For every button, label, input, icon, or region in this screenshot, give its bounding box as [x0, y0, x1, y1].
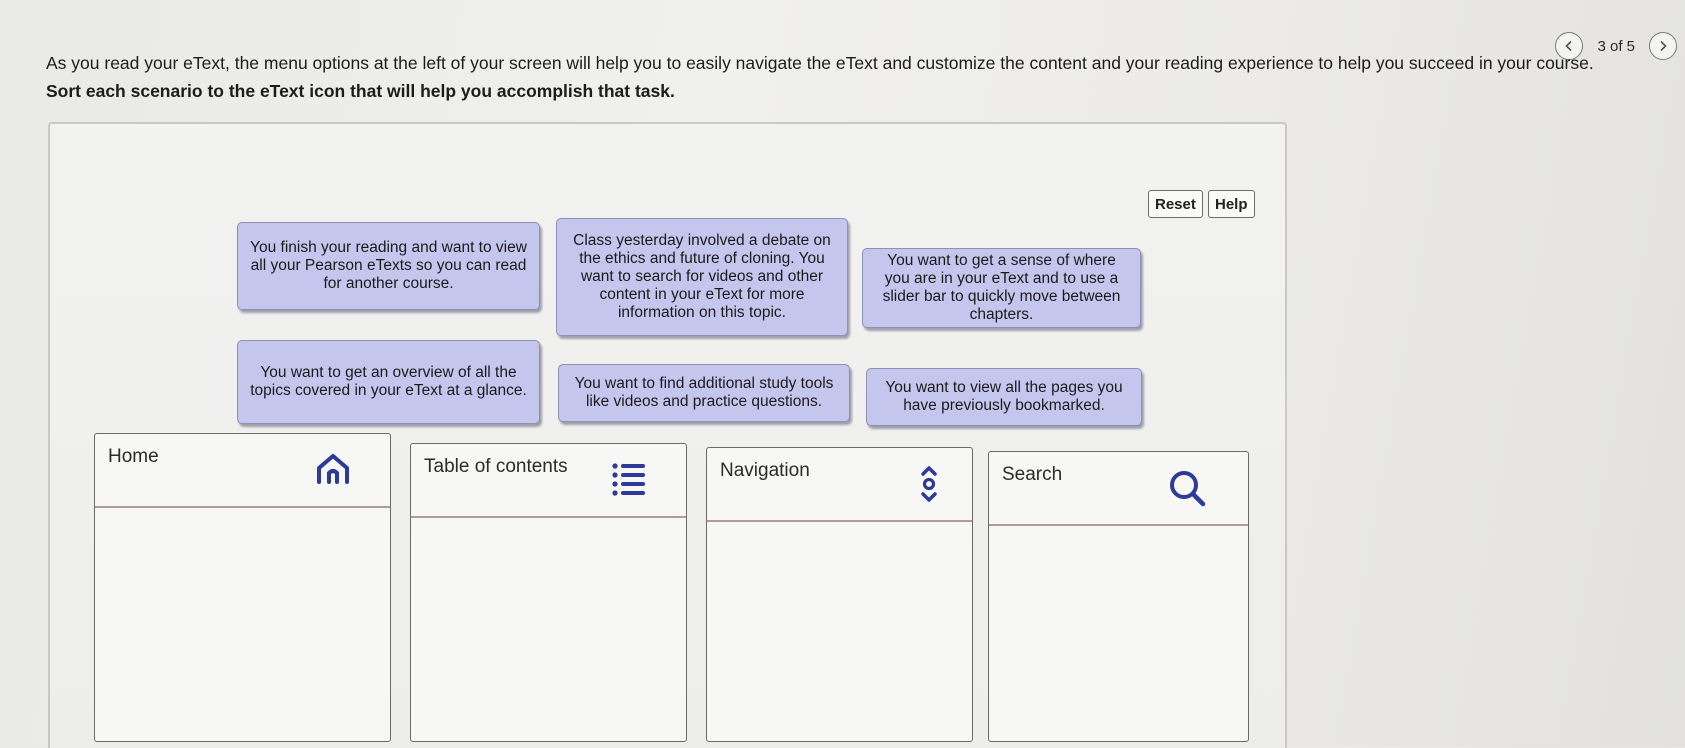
bin-home[interactable]: Home: [94, 433, 391, 742]
bin-header: Search: [989, 452, 1248, 526]
list-icon: [612, 463, 645, 496]
next-button[interactable]: [1649, 32, 1677, 60]
drop-zone[interactable]: [95, 508, 390, 741]
bin-title: Home: [108, 446, 159, 467]
scenario-card[interactable]: You want to get a sense of where you are…: [862, 248, 1141, 328]
drop-zone[interactable]: [989, 526, 1248, 741]
home-icon: [317, 454, 349, 484]
scenario-card[interactable]: You finish your reading and want to view…: [237, 222, 540, 310]
navigation-arrows-icon: [921, 466, 937, 502]
help-button[interactable]: Help: [1208, 190, 1255, 218]
chevron-right-icon: [1660, 40, 1667, 52]
reset-button[interactable]: Reset: [1148, 190, 1203, 218]
scenario-card[interactable]: You want to view all the pages you have …: [866, 368, 1142, 426]
bin-header: Navigation: [707, 448, 972, 522]
bin-search[interactable]: Search: [988, 451, 1249, 742]
bin-navigation[interactable]: Navigation: [706, 447, 973, 742]
bin-title: Navigation: [720, 460, 810, 481]
bin-title: Table of contents: [424, 456, 568, 477]
bin-header: Home: [95, 434, 390, 508]
instruction-text: Sort each scenario to the eText icon tha…: [46, 81, 675, 102]
scenario-card[interactable]: You want to find additional study tools …: [558, 364, 850, 422]
bin-table-of-contents[interactable]: Table of contents: [410, 443, 687, 742]
intro-text-block: As you read your eText, the menu options…: [46, 50, 1606, 105]
search-icon: [1170, 471, 1206, 507]
intro-text: As you read your eText, the menu options…: [46, 53, 1594, 73]
scenario-card[interactable]: Class yesterday involved a debate on the…: [556, 218, 848, 336]
drop-zone[interactable]: [707, 522, 972, 741]
bin-header: Table of contents: [411, 444, 686, 518]
bin-title: Search: [1002, 464, 1063, 485]
drop-zone[interactable]: [411, 518, 686, 741]
scenario-card[interactable]: You want to get an overview of all the t…: [237, 340, 540, 424]
